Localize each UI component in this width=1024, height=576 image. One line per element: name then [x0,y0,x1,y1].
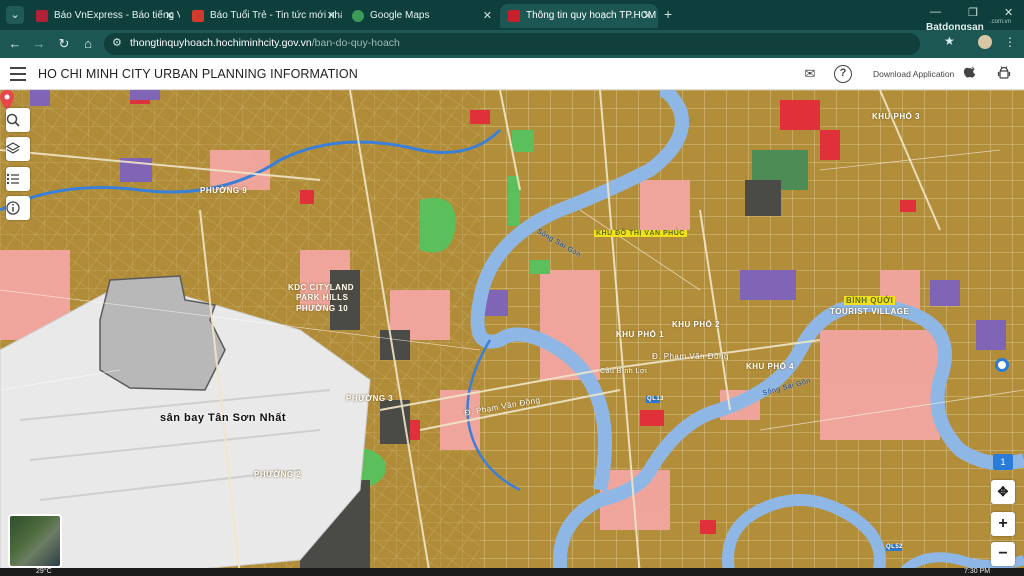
area-label: KHU PHỐ 2 [672,320,721,329]
download-app-link[interactable]: Download Application [873,69,954,79]
street-label: Đ. Phạm Văn Đồng [652,352,729,361]
watermark-domain: .com.vn [990,19,1012,25]
google-maps-favicon-icon [352,10,364,22]
zoom-out-button[interactable]: − [991,542,1015,566]
ward-label: PHƯỜNG 10 [296,304,349,313]
clock: 7:30 PM [964,568,991,575]
minimize-icon[interactable]: — [930,6,941,18]
maximize-icon[interactable]: ❐ [968,6,978,19]
search-icon[interactable] [6,108,30,132]
forward-icon[interactable]: → [30,35,48,53]
url-path: /ban-do-quy-hoach [311,37,400,49]
apple-icon[interactable] [962,65,980,83]
home-icon[interactable]: ⌂ [79,35,97,53]
planning-map[interactable]: sân bay Tân Sơn Nhất PHƯỜNG 10 KDC CITYL… [0,90,1024,576]
highway-label: QL13 [647,396,665,402]
browser-tab[interactable]: Báo Tuổi Trẻ - Tin tức mới nhất ✕ [184,4,342,28]
area-label: KHU PHỐ 1 [616,330,665,339]
url-text: thongtinquyhoach.hochiminhcity.gov.vn/ba… [130,37,400,49]
area-label: KHU PHỐ 3 [872,112,921,121]
quyhoach-favicon-icon [508,10,520,22]
browser-toolbar: ← → ↻ ⌂ ⚙ thongtinquyhoach.hochiminhcity… [0,30,1024,58]
mail-icon[interactable]: ✉ [801,65,819,83]
browser-tab-strip: ⌄ Báo VnExpress - Báo tiếng Việt ✕ Báo T… [0,0,1024,33]
back-icon[interactable]: ← [6,35,24,53]
area-label: KHU PHỐ 4 [746,362,795,371]
tab-title: Google Maps [370,10,430,21]
area-label: TOURIST VILLAGE [830,307,910,316]
browser-tab[interactable]: Báo VnExpress - Báo tiếng Việt ✕ [28,4,180,28]
result-count-badge[interactable]: 1 [993,454,1013,470]
vnexpress-favicon-icon [36,10,48,22]
zoom-in-button[interactable]: + [991,512,1015,536]
tab-title: Báo VnExpress - Báo tiếng Việt [54,10,180,21]
bookmark-star-icon[interactable]: ★ [944,34,955,48]
close-window-icon[interactable]: ✕ [1004,6,1013,19]
browser-menu-icon[interactable]: ⋮ [1004,35,1016,49]
close-tab-icon[interactable]: ✕ [165,4,174,28]
location-pin-icon[interactable] [0,90,14,110]
area-label: KDC CITYLAND [288,283,354,292]
android-icon[interactable] [995,65,1013,83]
highway-label: QL52 [886,544,904,550]
url-host: thongtinquyhoach.hochiminhcity.gov.vn [130,37,312,49]
browser-tab-active[interactable]: Thông tin quy hoạch TP.HCM ✕ [500,4,658,28]
layers-icon[interactable] [6,137,30,161]
browser-tab[interactable]: Google Maps ✕ [344,4,498,28]
page-title: HO CHI MINH CITY URBAN PLANNING INFORMAT… [38,67,358,81]
basemap-switcher[interactable] [8,514,62,568]
profile-avatar[interactable] [978,35,992,49]
close-tab-icon[interactable]: ✕ [643,4,652,28]
close-tab-icon[interactable]: ✕ [327,4,336,28]
weather-temp: 29°C [36,568,52,575]
area-label: PARK HILLS [296,293,349,302]
ward-label: PHƯỜNG 2 [254,470,302,479]
legend-icon[interactable] [6,167,30,191]
tab-title: Thông tin quy hoạch TP.HCM [526,10,657,21]
ward-label: PHƯỜNG 3 [346,394,394,403]
tab-title: Báo Tuổi Trẻ - Tin tức mới nhất [210,10,342,21]
info-icon[interactable] [6,196,30,220]
layer-toggle-icon[interactable] [995,358,1009,372]
reload-icon[interactable]: ↻ [55,35,73,53]
help-icon[interactable]: ? [834,65,852,83]
close-tab-icon[interactable]: ✕ [483,4,492,28]
bridge-label: Cầu Bình Lợi [600,368,648,375]
menu-icon[interactable] [10,67,26,81]
address-bar[interactable]: ⚙ thongtinquyhoach.hochiminhcity.gov.vn/… [104,33,920,55]
locate-icon[interactable]: ✥ [991,480,1015,504]
area-label: KHU ĐÔ THỊ VẠN PHÚC [594,230,687,237]
area-label: BÌNH QUỚI [844,296,896,305]
new-tab-button[interactable]: + [664,6,672,22]
airport-label: sân bay Tân Sơn Nhất [160,412,287,424]
map-canvas[interactable] [0,90,1024,576]
os-taskbar: 29°C 7:30 PM [0,568,1024,576]
site-info-icon[interactable]: ⚙ [112,36,122,49]
tuoitre-favicon-icon [192,10,204,22]
tab-search-button[interactable]: ⌄ [6,6,24,24]
site-header: HO CHI MINH CITY URBAN PLANNING INFORMAT… [0,58,1024,90]
ward-label: PHƯỜNG 9 [200,186,248,195]
